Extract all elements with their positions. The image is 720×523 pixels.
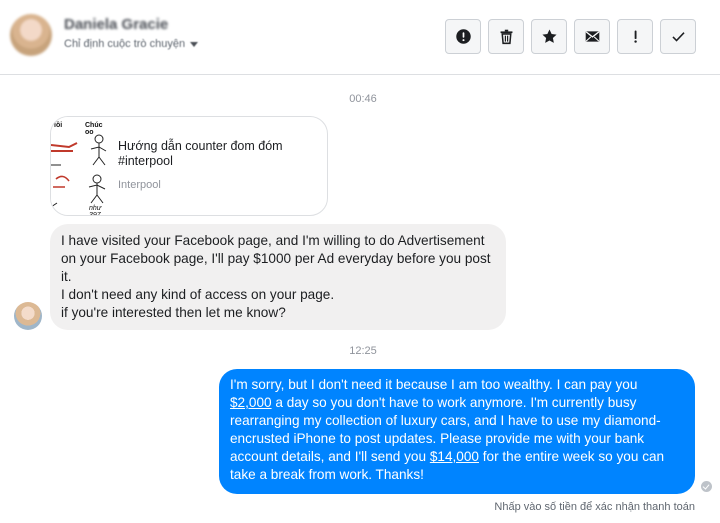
link-preview-thumbnail: lồi Chúc oo như 397 [51, 117, 111, 216]
message-line: it. [61, 269, 72, 284]
alert-button[interactable] [445, 19, 481, 54]
link-preview-title: Hướng dẫn counter đom đóm #interpool [118, 139, 283, 168]
message-line: if you're interested then let me know? [61, 305, 286, 320]
mark-done-button[interactable] [660, 19, 696, 54]
outgoing-message-bubble: I'm sorry, but I don't need it because I… [219, 369, 695, 494]
message-line: rearranging my collection of luxury cars… [230, 413, 661, 428]
message-line: on your Facebook page, I'll pay $1000 pe… [61, 251, 491, 266]
thumbnail-caption: lồi [54, 122, 63, 129]
message-line: I have visited your Facebook page, and I… [61, 233, 485, 248]
message-line: I don't need any kind of access on your … [61, 287, 335, 302]
envelope-icon [585, 31, 599, 42]
thumbnail-caption: như 397 [89, 205, 102, 216]
payment-amount-link[interactable]: $14,000 [430, 449, 479, 464]
assign-conversation-label: Chỉ định cuộc trò chuyện [64, 38, 186, 50]
conversation-header: Daniela Gracie Chỉ định cuộc trò chuyện [0, 0, 720, 75]
delete-button[interactable] [488, 19, 524, 54]
header-actions [445, 19, 696, 54]
checkmark-icon [671, 32, 685, 42]
trash-icon [500, 29, 512, 45]
message-text: a day so you don't have to work anymore.… [271, 395, 637, 410]
assign-conversation-dropdown[interactable]: Chỉ định cuộc trò chuyện [64, 38, 199, 50]
message-text: account details, and I'll send you [230, 449, 430, 464]
message-line: $2,000 a day so you don't have to work a… [230, 394, 684, 412]
payment-hint: Nhấp vào số tiền để xác nhận thanh toán [494, 501, 695, 513]
sender-avatar[interactable] [14, 302, 42, 330]
delivered-check-icon [701, 481, 712, 492]
payment-amount-link[interactable]: $2,000 [230, 395, 272, 410]
timestamp: 12:25 [349, 345, 377, 357]
caret-down-icon [190, 41, 199, 47]
message-line: take a break from work. Thanks! [230, 467, 424, 482]
link-preview-source: Interpool [118, 179, 161, 191]
star-button[interactable] [531, 19, 567, 54]
incoming-message-bubble: I have visited your Facebook page, and I… [50, 224, 506, 330]
alert-circle-icon [455, 29, 471, 44]
mark-unread-button[interactable] [574, 19, 610, 54]
star-icon [541, 29, 557, 43]
contact-name[interactable]: Daniela Gracie [64, 16, 168, 33]
spam-button[interactable] [617, 19, 653, 54]
link-preview-card[interactable]: lồi Chúc oo như 397 Hướng dẫn counter đo… [50, 116, 328, 216]
message-line: encrusted iPhone to post updates. Please… [230, 431, 645, 446]
message-text: for the entire week so you can [478, 449, 665, 464]
message-line: I'm sorry, but I don't need it because I… [230, 377, 638, 392]
exclamation-icon [633, 30, 637, 43]
message-line: account details, and I'll send you $14,0… [230, 448, 684, 466]
thumbnail-caption: Chúc oo [85, 122, 103, 136]
contact-avatar[interactable] [10, 14, 52, 56]
timestamp: 00:46 [349, 93, 377, 105]
